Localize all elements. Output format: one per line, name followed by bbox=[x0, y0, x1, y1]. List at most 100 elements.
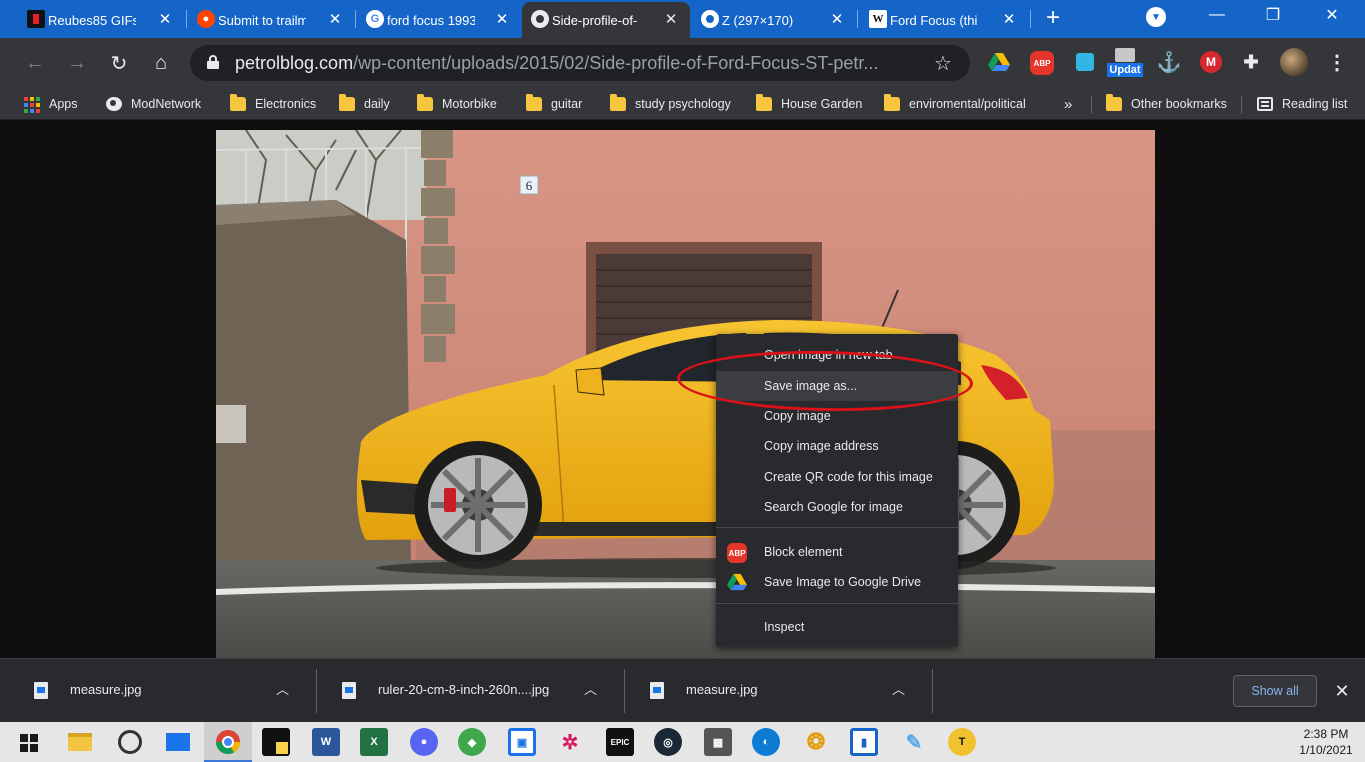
tab-reubes85[interactable]: Reubes85 GIFs - ✕ bbox=[18, 2, 184, 38]
url-text[interactable]: petrolblog.com/wp-content/uploads/2015/0… bbox=[235, 53, 925, 74]
windows-taskbar: W X ● ◆ ▣ ✲ EPIC ◎ ▦ ◐ ❂ ▮ ✎ T 2:38 PM 1… bbox=[0, 722, 1365, 762]
bookmark-star-icon[interactable]: ☆ bbox=[934, 51, 952, 76]
menu-item-search-google-image[interactable]: Search Google for image bbox=[716, 492, 958, 522]
mail-icon[interactable] bbox=[164, 728, 192, 756]
close-icon[interactable]: ✕ bbox=[662, 10, 680, 28]
bookmark-motorbike[interactable]: Motorbike bbox=[417, 94, 497, 114]
folder-icon bbox=[230, 94, 246, 111]
chevron-up-icon[interactable]: ︿ bbox=[276, 679, 289, 698]
sticky-notes-icon[interactable] bbox=[262, 728, 290, 756]
menu-item-copy-image[interactable]: Copy image bbox=[716, 401, 958, 431]
kebab-menu-icon[interactable]: ⋮ bbox=[1326, 49, 1348, 75]
back-button[interactable]: ← bbox=[20, 48, 50, 78]
bookmark-other[interactable]: Other bookmarks bbox=[1106, 94, 1227, 114]
bookmark-modnetwork[interactable]: ModNetwork bbox=[106, 94, 201, 114]
steam-icon[interactable]: ◎ bbox=[654, 728, 682, 756]
tab-title: Ford Focus (thi bbox=[890, 12, 978, 28]
menu-item-save-to-google-drive[interactable]: Save Image to Google Drive bbox=[716, 567, 958, 597]
new-tab-button[interactable]: + bbox=[1040, 4, 1066, 31]
bookmark-label: daily bbox=[364, 97, 390, 111]
home-button[interactable]: ⌂ bbox=[146, 48, 176, 78]
bookmark-label: Other bookmarks bbox=[1131, 97, 1227, 111]
tab-title: Side-profile-of- bbox=[552, 12, 638, 28]
calculator-icon[interactable]: ▦ bbox=[704, 728, 732, 756]
reddit-icon: ● bbox=[197, 10, 215, 28]
excel-icon[interactable]: X bbox=[360, 728, 388, 756]
close-icon[interactable]: ✕ bbox=[828, 10, 846, 28]
tab-z-image[interactable]: Z (297×170) ✕ bbox=[692, 2, 856, 38]
bookmark-label: ModNetwork bbox=[131, 97, 202, 111]
anchor-icon[interactable]: ⚓ bbox=[1157, 51, 1182, 74]
close-window-button[interactable]: ✕ bbox=[1309, 0, 1355, 30]
lock-icon[interactable] bbox=[207, 55, 219, 69]
menu-item-copy-image-address[interactable]: Copy image address bbox=[716, 431, 958, 461]
image-file-icon bbox=[342, 682, 356, 699]
reading-list-button[interactable]: Reading list bbox=[1257, 94, 1347, 114]
menu-item-open-image-new-tab[interactable]: Open image in new tab bbox=[716, 340, 958, 370]
chevron-up-icon[interactable]: ︿ bbox=[584, 679, 597, 698]
bookmark-guitar[interactable]: guitar bbox=[526, 94, 582, 114]
bookmark-study-psychology[interactable]: study psychology bbox=[610, 94, 731, 114]
paint-icon[interactable]: ✎ bbox=[900, 728, 928, 756]
close-icon[interactable]: ✕ bbox=[493, 10, 511, 28]
epic-games-icon[interactable]: EPIC bbox=[606, 728, 634, 756]
downloads-shelf: measure.jpg ︿ ruler-20-cm-8-inch-260n...… bbox=[0, 658, 1365, 722]
bookmark-house-garden[interactable]: House Garden bbox=[756, 94, 862, 114]
word-icon[interactable]: W bbox=[312, 728, 340, 756]
menu-item-create-qr-code[interactable]: Create QR code for this image bbox=[716, 462, 958, 492]
windows-start-icon[interactable] bbox=[20, 734, 38, 752]
tab-side-profile[interactable]: Side-profile-of- ✕ bbox=[522, 2, 690, 38]
bookmark-electronics[interactable]: Electronics bbox=[230, 94, 316, 114]
minimize-button[interactable]: — bbox=[1194, 0, 1240, 30]
car-photo[interactable]: 6 bbox=[216, 130, 1155, 658]
share-icon[interactable] bbox=[1074, 51, 1096, 73]
network-app-icon[interactable]: ✲ bbox=[556, 728, 584, 756]
chrome-icon[interactable] bbox=[214, 728, 242, 756]
bookmark-daily[interactable]: daily bbox=[339, 94, 390, 114]
forward-button[interactable]: → bbox=[62, 48, 92, 78]
maximize-button[interactable]: ❐ bbox=[1250, 0, 1296, 30]
close-icon[interactable]: ✕ bbox=[326, 10, 344, 28]
download-item[interactable]: ruler-20-cm-8-inch-260n....jpg ︿ bbox=[308, 667, 614, 715]
close-icon[interactable]: ✕ bbox=[1000, 10, 1018, 28]
close-icon[interactable]: ✕ bbox=[1330, 679, 1354, 703]
download-item[interactable]: measure.jpg ︿ bbox=[616, 667, 922, 715]
snip-icon[interactable]: ▣ bbox=[508, 728, 536, 756]
menu-item-inspect[interactable]: Inspect bbox=[716, 612, 958, 642]
address-bar[interactable]: petrolblog.com/wp-content/uploads/2015/0… bbox=[190, 45, 970, 81]
bookmark-apps[interactable]: Apps bbox=[24, 94, 78, 114]
folder-icon bbox=[610, 94, 626, 111]
update-icon[interactable]: Updat bbox=[1107, 46, 1143, 78]
edge-icon[interactable]: ◐ bbox=[752, 728, 780, 756]
show-all-button[interactable]: Show all bbox=[1233, 675, 1317, 707]
mega-icon[interactable]: M bbox=[1200, 51, 1222, 73]
chevron-up-icon[interactable]: ︿ bbox=[892, 679, 905, 698]
reload-button[interactable]: ↻ bbox=[104, 48, 134, 78]
game-icon[interactable]: ❂ bbox=[802, 728, 830, 756]
tab-wikipedia[interactable]: W Ford Focus (thi ✕ bbox=[860, 2, 1028, 38]
menu-item-block-element[interactable]: ABP Block element bbox=[716, 537, 958, 567]
bookmark-enviromental-political[interactable]: enviromental/political bbox=[884, 94, 1026, 114]
download-item[interactable]: measure.jpg ︿ bbox=[0, 667, 306, 715]
lock-app-icon[interactable] bbox=[116, 728, 144, 756]
tab-reddit[interactable]: ● Submit to trailm ✕ bbox=[188, 2, 354, 38]
discord-icon[interactable]: ● bbox=[410, 728, 438, 756]
clock-time: 2:38 PM bbox=[1303, 727, 1349, 741]
google-drive-icon[interactable] bbox=[988, 51, 1010, 73]
file-explorer-icon[interactable] bbox=[66, 728, 94, 756]
download-separator bbox=[932, 669, 933, 713]
puzzle-icon[interactable]: ✚ bbox=[1240, 51, 1262, 73]
system-clock[interactable]: 2:38 PM 1/10/2021 bbox=[1290, 726, 1362, 758]
tab-search-icon[interactable]: ▼ bbox=[1146, 7, 1166, 27]
menu-item-save-image-as[interactable]: Save image as... bbox=[716, 371, 958, 401]
app-l-icon[interactable]: ▮ bbox=[850, 728, 878, 756]
t-app-icon[interactable]: T bbox=[948, 728, 976, 756]
bookmark-label: Apps bbox=[49, 97, 78, 111]
bookmarks-overflow-button[interactable]: » bbox=[1064, 94, 1072, 114]
tab-google-search[interactable]: G ford focus 1993 ✕ bbox=[357, 2, 521, 38]
vpn-icon[interactable]: ◆ bbox=[458, 728, 486, 756]
abp-icon[interactable]: ABP bbox=[1030, 51, 1054, 75]
close-icon[interactable]: ✕ bbox=[156, 10, 174, 28]
image-file-icon bbox=[650, 682, 664, 699]
avatar[interactable] bbox=[1280, 48, 1308, 76]
